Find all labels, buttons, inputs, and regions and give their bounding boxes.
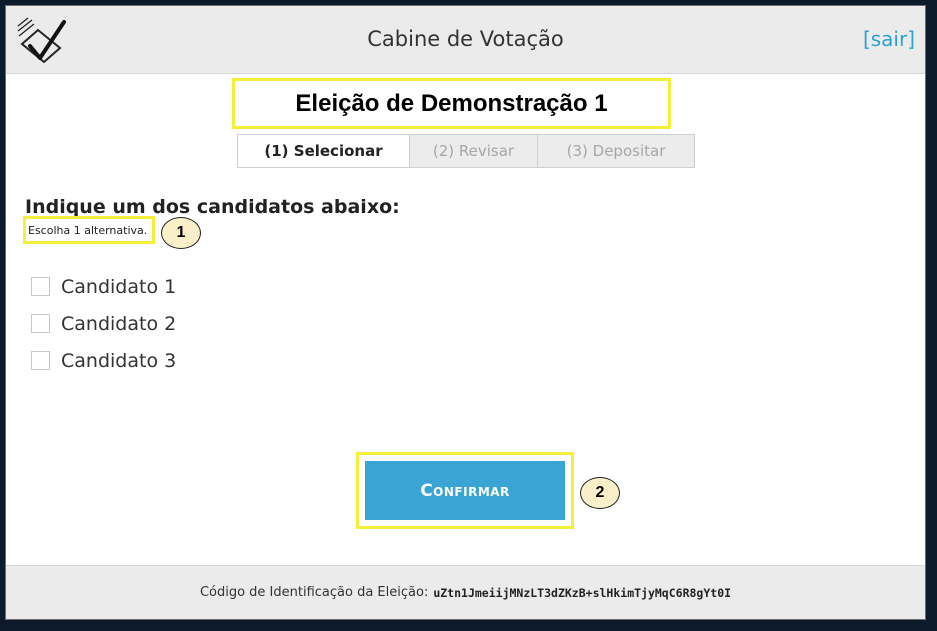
- question-prompt: Indique um dos candidatos abaixo:: [25, 196, 400, 218]
- candidate-checkbox[interactable]: [31, 277, 50, 296]
- exit-link[interactable]: [sair]: [863, 27, 915, 51]
- candidate-option-1[interactable]: Candidato 1: [31, 268, 176, 305]
- election-title: Eleição de Demonstração 1: [232, 78, 671, 129]
- selection-hint: Escolha 1 alternativa.: [23, 216, 155, 244]
- candidate-list: Candidato 1 Candidato 2 Candidato 3: [31, 268, 176, 379]
- candidate-option-2[interactable]: Candidato 2: [31, 305, 176, 342]
- candidate-checkbox[interactable]: [31, 351, 50, 370]
- candidate-label: Candidato 3: [61, 349, 177, 372]
- page-title: Cabine de Votação: [367, 27, 564, 51]
- step-select[interactable]: (1) Selecionar: [238, 135, 410, 167]
- confirm-highlight: Confirmar: [356, 452, 574, 529]
- election-id-label: Código de Identificação da Eleição:: [199, 585, 429, 600]
- step-tabs: (1) Selecionar (2) Revisar (3) Depositar: [237, 134, 695, 168]
- candidate-label: Candidato 2: [61, 312, 177, 335]
- candidate-checkbox[interactable]: [31, 314, 50, 333]
- candidate-label: Candidato 1: [61, 275, 177, 298]
- callout-marker-2: 2: [580, 477, 620, 509]
- candidate-option-3[interactable]: Candidato 3: [31, 342, 176, 379]
- footer-bar: Código de Identificação da Eleição: uZtn…: [6, 565, 925, 619]
- confirm-button[interactable]: Confirmar: [365, 461, 565, 520]
- callout-marker-1: 1: [161, 217, 201, 249]
- step-review: (2) Revisar: [410, 135, 538, 167]
- voting-booth-window: Cabine de Votação [sair] Eleição de Demo…: [5, 5, 926, 620]
- step-deposit: (3) Depositar: [538, 135, 694, 167]
- header-bar: Cabine de Votação [sair]: [6, 6, 925, 74]
- election-id-code: uZtn1JmeiijMNzLT3dZKzB+slHkimTjyMqC6R8gY…: [433, 585, 732, 600]
